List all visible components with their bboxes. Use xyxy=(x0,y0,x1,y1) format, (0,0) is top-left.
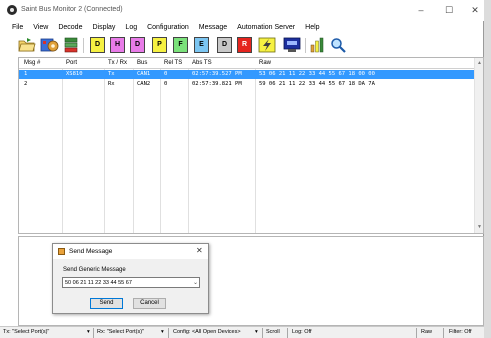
dialog-title-bar: Send Message ✕ xyxy=(53,244,208,259)
vertical-scrollbar[interactable]: ▲ ▼ xyxy=(474,58,483,233)
window-title: Saint Bus Monitor 2 (Connected) xyxy=(21,6,123,13)
cell-raw: 59 06 21 11 22 33 44 55 67 18 DA 7A xyxy=(259,81,375,87)
cell-abs-ts: 02:57:39.527 PM xyxy=(192,71,242,77)
message-grid[interactable]: Msg # Port Tx / Rx Bus Rel TS Abs TS Raw… xyxy=(18,57,484,234)
dialog-title: Send Message xyxy=(69,248,113,255)
menu-help[interactable]: Help xyxy=(305,24,319,31)
status-config[interactable]: Config: <All Open Devices> xyxy=(173,329,241,335)
status-filter[interactable]: Filter: Off xyxy=(449,329,472,335)
col-tx-rx[interactable]: Tx / Rx xyxy=(108,60,127,66)
status-config-dropdown-icon[interactable]: ▾ xyxy=(255,329,258,335)
cell-msg: 1 xyxy=(24,71,28,77)
record-r-button[interactable]: R xyxy=(237,37,252,53)
message-value[interactable]: 50 06 21 11 22 33 44 55 67 xyxy=(65,280,132,286)
search-icon[interactable] xyxy=(330,37,346,53)
decode-e-button[interactable]: E xyxy=(194,37,209,53)
column-divider xyxy=(188,69,189,233)
toolbar: D H D P F E D R xyxy=(0,33,484,57)
menu-file[interactable]: File xyxy=(12,24,23,31)
cancel-button[interactable]: Cancel xyxy=(133,298,166,309)
chevron-down-icon[interactable]: ⌄ xyxy=(193,279,198,286)
cell-abs-ts: 02:57:39.821 PM xyxy=(192,81,242,87)
status-tx[interactable]: Tx: "Select Port(s)" xyxy=(3,329,49,335)
cell-msg: 2 xyxy=(24,81,28,87)
col-rel-ts[interactable]: Rel TS xyxy=(164,60,182,66)
menu-configuration[interactable]: Configuration xyxy=(147,24,189,31)
open-folder-icon[interactable] xyxy=(18,37,36,53)
column-divider xyxy=(62,69,63,233)
column-divider xyxy=(104,69,105,233)
cell-txrx: Tx xyxy=(108,71,115,77)
col-bus[interactable]: Bus xyxy=(137,60,147,66)
display-d-button[interactable]: D xyxy=(217,37,232,53)
status-tx-dropdown-icon[interactable]: ▾ xyxy=(87,329,90,335)
table-row[interactable]: 1 XS810 Tx CAN1 0 02:57:39.527 PM 53 06 … xyxy=(19,70,474,79)
scroll-down-icon[interactable]: ▼ xyxy=(477,224,482,230)
table-row[interactable]: 2 Rx CAN2 0 02:57:39.821 PM 59 06 21 11 … xyxy=(19,80,474,89)
status-scroll[interactable]: Scroll xyxy=(266,329,280,335)
col-raw[interactable]: Raw xyxy=(259,60,271,66)
scroll-up-icon[interactable]: ▲ xyxy=(477,60,482,66)
status-raw[interactable]: Raw xyxy=(421,329,432,335)
title-bar: Saint Bus Monitor 2 (Connected) – ☐ ✕ xyxy=(0,0,484,21)
status-log[interactable]: Log: Off xyxy=(292,329,311,335)
menu-bar: File View Decode Display Log Configurati… xyxy=(0,21,484,33)
toolbar-separator xyxy=(305,38,306,53)
dialog-close-icon[interactable]: ✕ xyxy=(196,246,203,255)
status-bar: Tx: "Select Port(s)" ▾ Rx: "Select Port(… xyxy=(0,326,484,338)
cell-rel-ts: 0 xyxy=(164,81,168,87)
dialog-label: Send Generic Message xyxy=(63,267,126,273)
column-divider xyxy=(160,69,161,233)
status-divider xyxy=(287,328,288,338)
col-port[interactable]: Port xyxy=(66,60,77,66)
status-divider xyxy=(168,328,169,338)
app-logo-icon xyxy=(7,5,17,15)
col-msg-number[interactable]: Msg # xyxy=(24,60,40,66)
decode-h-button[interactable]: H xyxy=(110,37,125,53)
status-divider xyxy=(262,328,263,338)
message-combo-box[interactable]: 50 06 21 11 22 33 44 55 67 ⌄ xyxy=(62,277,200,288)
status-rx[interactable]: Rx: "Select Port(s)" xyxy=(97,329,144,335)
close-icon[interactable]: ✕ xyxy=(468,4,482,16)
menu-message[interactable]: Message xyxy=(199,24,227,31)
menu-display[interactable]: Display xyxy=(92,24,115,31)
database-icon[interactable] xyxy=(64,37,78,53)
toolbar-separator xyxy=(83,38,84,53)
lightning-icon[interactable] xyxy=(258,37,276,53)
decode-d-button[interactable]: D xyxy=(90,37,105,53)
decode-d2-button[interactable]: D xyxy=(130,37,145,53)
column-divider xyxy=(255,69,256,233)
menu-log[interactable]: Log xyxy=(125,24,137,31)
decode-p-button[interactable]: P xyxy=(152,37,167,53)
cell-bus: CAN2 xyxy=(137,81,151,87)
monitor-icon[interactable] xyxy=(283,37,301,53)
dialog-app-icon xyxy=(58,248,65,255)
menu-view[interactable]: View xyxy=(33,24,48,31)
device-config-icon[interactable] xyxy=(40,37,60,53)
menu-decode[interactable]: Decode xyxy=(58,24,82,31)
maximize-icon[interactable]: ☐ xyxy=(442,4,456,16)
minimize-icon[interactable]: – xyxy=(414,4,428,16)
status-divider xyxy=(93,328,94,338)
cell-txrx: Rx xyxy=(108,81,115,87)
cell-bus: CAN1 xyxy=(137,71,151,77)
send-button[interactable]: Send xyxy=(90,298,123,309)
menu-automation-server[interactable]: Automation Server xyxy=(237,24,295,31)
status-divider xyxy=(416,328,417,338)
column-divider xyxy=(133,69,134,233)
status-divider xyxy=(443,328,444,338)
cell-port: XS810 xyxy=(66,71,83,77)
decode-f-button[interactable]: F xyxy=(173,37,188,53)
send-message-dialog: Send Message ✕ Send Generic Message 50 0… xyxy=(52,243,209,314)
desktop-edge xyxy=(484,0,491,338)
grid-header: Msg # Port Tx / Rx Bus Rel TS Abs TS Raw xyxy=(19,58,474,69)
cell-rel-ts: 0 xyxy=(164,71,168,77)
status-rx-dropdown-icon[interactable]: ▾ xyxy=(161,329,164,335)
signal-bars-icon[interactable] xyxy=(310,37,324,53)
col-abs-ts[interactable]: Abs TS xyxy=(192,60,212,66)
app-window: Saint Bus Monitor 2 (Connected) – ☐ ✕ Fi… xyxy=(0,0,484,338)
cell-raw: 53 06 21 11 22 33 44 55 67 18 00 00 xyxy=(259,71,375,77)
